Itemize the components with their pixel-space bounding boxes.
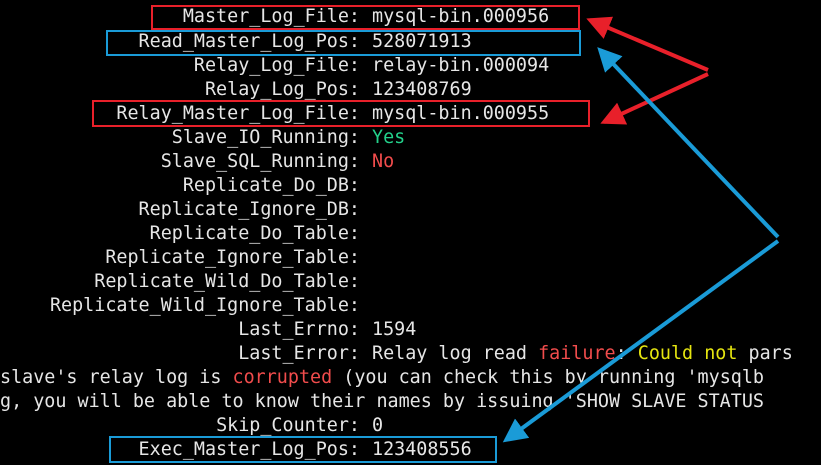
replicate-ignore-table-label: Replicate_Ignore_Table: bbox=[105, 247, 360, 268]
slave-io-running-label: Slave_IO_Running: bbox=[171, 127, 360, 148]
skip-counter-value: 0 bbox=[372, 415, 384, 436]
corrupted-word: corrupted bbox=[232, 367, 333, 388]
slave-sql-running-label: Slave_SQL_Running: bbox=[160, 151, 360, 172]
not-word: not bbox=[704, 343, 738, 364]
highlight-box-exec-master-log-pos bbox=[109, 436, 497, 463]
relay-log-pos-label: Relay_Log_Pos: bbox=[204, 79, 360, 100]
slave-sql-running-value: No bbox=[372, 151, 395, 172]
highlight-box-master-log-file bbox=[151, 5, 580, 30]
last-errno-value: 1594 bbox=[372, 319, 417, 340]
slave-io-running-value: Yes bbox=[372, 127, 406, 148]
replicate-ignore-db-label: Replicate_Ignore_DB: bbox=[138, 199, 360, 220]
last-error-value: Relay log read failure: Could not pars bbox=[372, 343, 793, 364]
relay-log-file-label: Relay_Log_File: bbox=[193, 55, 360, 76]
error-continuation-line-2: g, you will be able to know their names … bbox=[0, 391, 764, 412]
replicate-wild-do-table-label: Replicate_Wild_Do_Table: bbox=[94, 271, 360, 292]
failure-word: failure bbox=[538, 343, 616, 364]
could-word: Could bbox=[637, 343, 694, 364]
replicate-wild-ignore-table-label: Replicate_Wild_Ignore_Table: bbox=[49, 295, 360, 316]
last-errno-label: Last_Errno: bbox=[238, 319, 360, 340]
replicate-do-db-label: Replicate_Do_DB: bbox=[182, 175, 360, 196]
relay-log-pos-value: 123408769 bbox=[372, 79, 472, 100]
skip-counter-label: Skip_Counter: bbox=[216, 415, 360, 436]
highlight-box-read-master-log-pos bbox=[106, 30, 581, 56]
highlight-box-relay-master-log-file bbox=[92, 100, 590, 127]
red-arrow-to-master-log-file bbox=[586, 16, 709, 72]
relay-log-file-value: relay-bin.000094 bbox=[372, 55, 550, 76]
terminal-window: Master_Log_File: mysql-bin.000956 Read_M… bbox=[0, 0, 821, 465]
blue-arrow-to-read-master-log-pos bbox=[597, 47, 780, 239]
error-continuation-line-1: slave's relay log is corrupted (you can … bbox=[0, 367, 764, 388]
replicate-do-table-label: Replicate_Do_Table: bbox=[149, 223, 360, 244]
last-error-label: Last_Error: bbox=[238, 343, 360, 364]
red-arrow-to-relay-master-log-file bbox=[600, 72, 709, 125]
